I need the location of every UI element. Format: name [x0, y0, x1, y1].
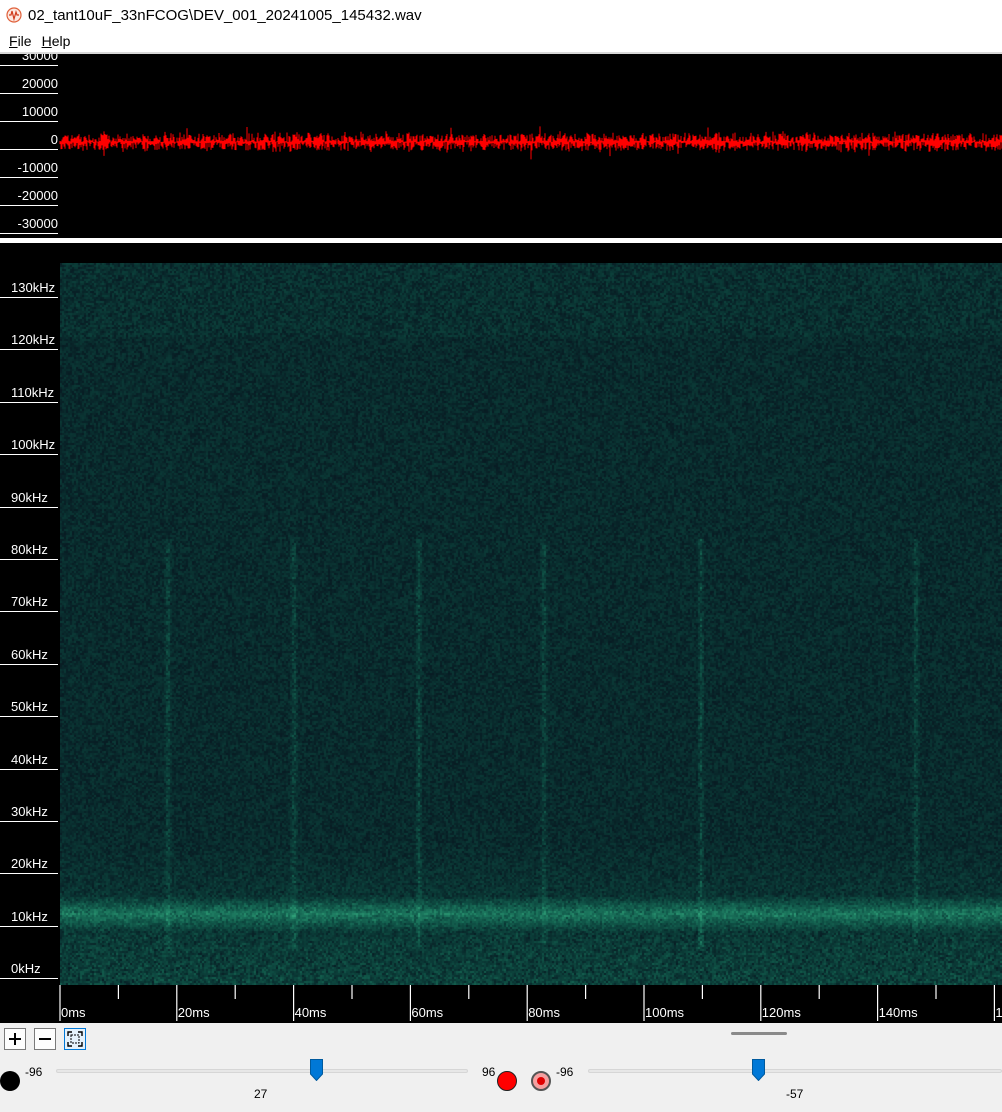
- time-label: 40ms: [294, 1005, 327, 1020]
- left-slider-min: -96: [25, 1065, 43, 1079]
- waveform-app-icon: [6, 7, 22, 23]
- fit-screen-icon: [67, 1031, 83, 1047]
- waveform-trace: [59, 126, 1002, 160]
- menu-bar: File Help: [0, 30, 1002, 52]
- frequency-label: 120kHz: [11, 332, 56, 348]
- frequency-label: 110kHz: [11, 384, 55, 400]
- frequency-tick: [0, 454, 58, 456]
- frequency-tick: [0, 506, 58, 508]
- left-slider-track[interactable]: [56, 1069, 468, 1073]
- time-axis: [59, 985, 996, 1021]
- frequency-label: 130kHz: [11, 280, 56, 295]
- frequency-label: 70kHz: [11, 594, 48, 610]
- frequency-tick: [0, 925, 58, 927]
- zoom-in-button[interactable]: [4, 1028, 26, 1050]
- frequency-label: 10kHz: [11, 908, 48, 924]
- frequency-label: 100kHz: [11, 437, 56, 453]
- right-slider-min: -96: [556, 1065, 574, 1079]
- mid-value: 96: [482, 1065, 496, 1079]
- frequency-tick: [0, 873, 58, 875]
- frequency-tick: [0, 768, 58, 770]
- frequency-tick: [0, 401, 58, 403]
- right-slider-thumb[interactable]: [751, 1059, 765, 1081]
- time-label: 120ms: [761, 1005, 801, 1020]
- frequency-tick: [0, 663, 58, 665]
- red-marker-icon[interactable]: [497, 1071, 517, 1091]
- red-ring-marker-icon[interactable]: [531, 1071, 551, 1091]
- waveform-plot: [59, 126, 1002, 160]
- time-label: 20ms: [177, 1005, 210, 1020]
- frequency-tick: [0, 978, 58, 980]
- resize-handle[interactable]: [731, 1032, 787, 1035]
- zoom-fit-button[interactable]: [64, 1028, 86, 1050]
- control-bar: -96 27 96 -96 -57: [0, 1023, 1002, 1112]
- spectrogram-panel[interactable]: 130kHz 120kHz 110kHz 100kHz 90kHz 80kHz 70kHz 6…: [0, 243, 1002, 1023]
- title-bar: 02_tant10uF_33nFCOG\DEV_001_20241005_145…: [0, 0, 1002, 30]
- window-title: 02_tant10uF_33nFCOG\DEV_001_20241005_145…: [28, 6, 422, 24]
- spectrogram-image: [60, 263, 1002, 985]
- frequency-tick: [0, 559, 58, 560]
- left-slider-value: 27: [254, 1087, 268, 1101]
- black-marker-icon[interactable]: [0, 1071, 20, 1091]
- time-label: 0ms: [61, 1005, 86, 1020]
- time-label: 60ms: [411, 1005, 444, 1020]
- frequency-tick: [0, 716, 58, 718]
- time-label: 1: [995, 1005, 1002, 1020]
- frequency-tick: [0, 349, 58, 351]
- frequency-tick: [0, 611, 58, 613]
- frequency-label: 0kHz: [11, 961, 41, 977]
- minus-icon: [39, 1038, 51, 1040]
- frequency-label: 30kHz: [11, 804, 48, 819]
- menu-help[interactable]: Help: [37, 33, 76, 49]
- menu-file[interactable]: File: [4, 33, 37, 49]
- frequency-label: 80kHz: [11, 542, 48, 557]
- frequency-tick: [0, 297, 58, 298]
- right-slider-track[interactable]: [588, 1069, 1002, 1073]
- left-slider-thumb[interactable]: [309, 1059, 323, 1081]
- time-label: 80ms: [528, 1005, 560, 1020]
- plus-icon: [9, 1033, 21, 1045]
- frequency-tick: [0, 821, 58, 822]
- time-label: 100ms: [645, 1005, 685, 1020]
- waveform-panel[interactable]: 30000 20000 10000 0 -10000 -20000 -30000: [0, 54, 1002, 238]
- zoom-out-button[interactable]: [34, 1028, 56, 1050]
- frequency-label: 60kHz: [11, 646, 48, 662]
- frequency-label: 50kHz: [11, 699, 48, 715]
- frequency-label: 20kHz: [11, 856, 48, 872]
- time-label: 140ms: [878, 1005, 918, 1020]
- frequency-label: 90kHz: [11, 489, 48, 505]
- frequency-label: 40kHz: [11, 751, 48, 767]
- right-slider-value: -57: [786, 1087, 804, 1101]
